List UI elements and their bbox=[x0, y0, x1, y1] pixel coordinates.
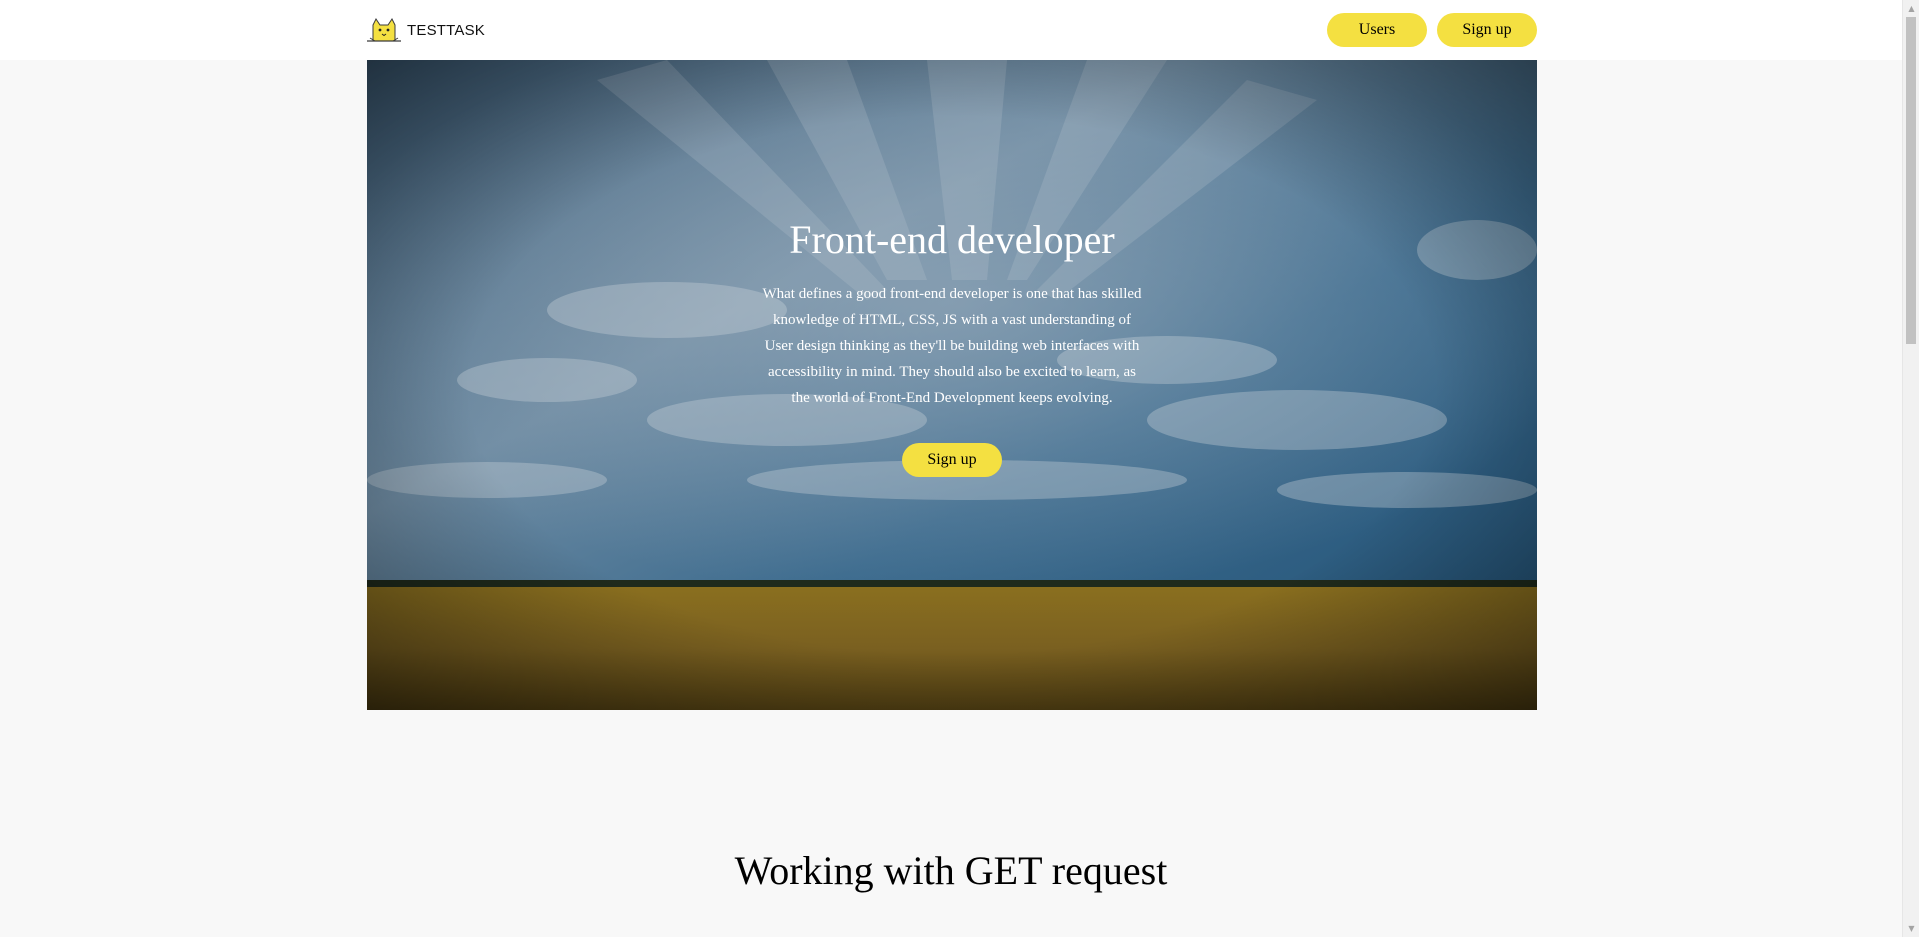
logo[interactable]: TESTTASK bbox=[367, 16, 485, 44]
viewport: TESTTASK Users Sign up Front-end develop… bbox=[0, 0, 1902, 937]
logo-text: TESTTASK bbox=[407, 21, 485, 39]
header-nav: Users Sign up bbox=[1327, 13, 1537, 47]
hero-description: What defines a good front-end developer … bbox=[762, 286, 1142, 406]
arrow-up-icon[interactable]: ▲ bbox=[1903, 0, 1919, 17]
vertical-scrollbar[interactable]: ▲ ▼ bbox=[1902, 0, 1919, 937]
users-button[interactable]: Users bbox=[1327, 13, 1427, 47]
signup-button[interactable]: Sign up bbox=[1437, 13, 1537, 47]
header-container: TESTTASK Users Sign up bbox=[367, 0, 1537, 60]
get-request-section-title: Working with GET request bbox=[734, 848, 1168, 893]
hero-banner: Front-end developer What defines a good … bbox=[367, 60, 1537, 710]
arrow-down-icon[interactable]: ▼ bbox=[1903, 920, 1919, 937]
scrollbar-thumb[interactable] bbox=[1906, 17, 1916, 344]
hero-content: Front-end developer What defines a good … bbox=[762, 220, 1142, 477]
site-header: TESTTASK Users Sign up bbox=[0, 0, 1902, 60]
hero-signup-button[interactable]: Sign up bbox=[902, 443, 1002, 477]
page: TESTTASK Users Sign up Front-end develop… bbox=[0, 0, 1919, 937]
cat-logo-icon bbox=[367, 18, 401, 42]
hero-title: Front-end developer bbox=[789, 217, 1115, 262]
